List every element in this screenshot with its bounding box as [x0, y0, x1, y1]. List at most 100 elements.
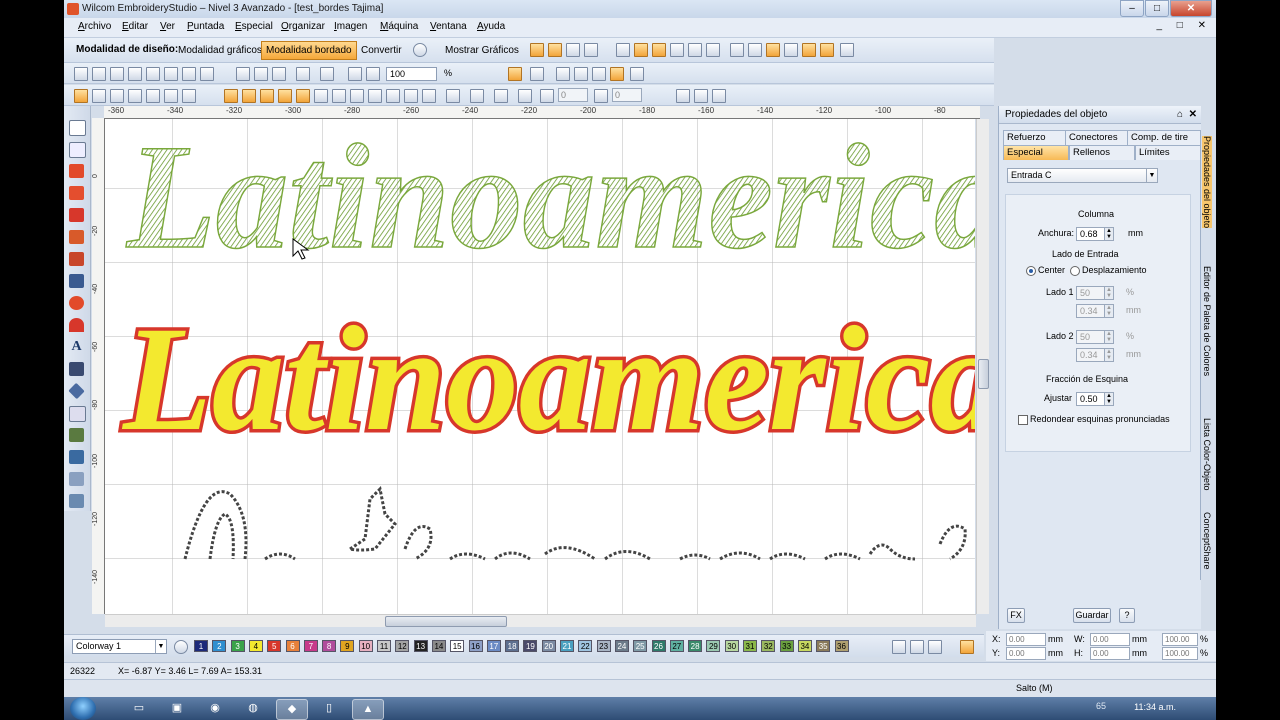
reshape-icon[interactable] [508, 67, 522, 81]
menu-ver[interactable]: Ver [160, 21, 175, 32]
column-icon[interactable] [224, 89, 238, 103]
checkbox-tool-icon[interactable] [556, 67, 570, 81]
raised-icon[interactable] [260, 89, 274, 103]
offset-radio[interactable] [1070, 266, 1080, 276]
color-swatch-34[interactable]: 34 [797, 640, 812, 652]
add-color-icon[interactable] [892, 640, 906, 654]
machine-icon[interactable] [784, 43, 798, 57]
color-swatch-8[interactable]: 8 [322, 640, 337, 652]
side2-percent-field[interactable]: 50 ▲ ▼ [1076, 330, 1114, 344]
w-field[interactable]: 0.00 [1090, 633, 1130, 646]
spinner-icon[interactable]: ▲ ▼ [1104, 305, 1113, 317]
scrollbar-thumb[interactable] [385, 616, 507, 627]
reshape-node-icon[interactable] [69, 142, 86, 158]
flip-icon[interactable] [694, 89, 708, 103]
convert-button[interactable]: Convertir [356, 41, 407, 60]
remove-color-icon[interactable] [910, 640, 924, 654]
fx-button[interactable]: FX [1007, 608, 1025, 623]
thread-chart-icon[interactable] [928, 640, 942, 654]
chrome-taskbar-icon[interactable]: ◍ [238, 699, 268, 718]
color-swatch-26[interactable]: 26 [651, 640, 666, 652]
start-button[interactable] [70, 697, 96, 720]
side-tab-conceptshare[interactable]: ConceptShare [1202, 512, 1212, 570]
pencil-icon[interactable] [69, 164, 84, 178]
color-swatch-3[interactable]: 3 [230, 640, 245, 652]
color-swatch-11[interactable]: 11 [377, 640, 391, 652]
cut-icon[interactable] [236, 67, 250, 81]
menu-ayuda[interactable]: Ayuda [477, 21, 505, 32]
menu-especial[interactable]: Especial [235, 21, 273, 32]
picture-icon[interactable] [670, 43, 684, 57]
tab-limites[interactable]: Límites [1135, 145, 1201, 160]
frame-tool-icon[interactable] [69, 406, 86, 422]
fill-tool-icon[interactable] [548, 43, 562, 57]
maximize-button[interactable]: □ [1145, 0, 1169, 17]
angle-input-1[interactable]: 0 [558, 88, 588, 102]
system-tray[interactable]: 65 [1096, 701, 1106, 711]
side-tab-color-palette-editor[interactable]: Editor de Paleta de Colores [1202, 266, 1212, 376]
adjust-field[interactable]: 0.50 ▲ ▼ [1076, 392, 1114, 406]
zoom-icon[interactable] [348, 67, 362, 81]
menu-archivo[interactable]: Archivo [78, 21, 111, 32]
canvas-vertical-scrollbar[interactable] [976, 119, 989, 614]
green-lettering-object[interactable]: Latinoamerica [124, 119, 975, 281]
palette-menu-icon[interactable] [960, 640, 974, 654]
mirror-icon[interactable] [676, 89, 690, 103]
color-swatch-5[interactable]: 5 [267, 640, 282, 652]
color-swatch-9[interactable]: 9 [340, 640, 355, 652]
circle-tool-icon[interactable] [69, 296, 84, 310]
app-taskbar-icon[interactable]: ◆ [276, 699, 308, 720]
color-swatch-27[interactable]: 27 [669, 640, 684, 652]
warning-icon[interactable] [296, 89, 310, 103]
spinner-icon[interactable]: ▲ ▼ [1104, 331, 1113, 343]
ruler-icon[interactable] [630, 67, 644, 81]
new-file-icon[interactable] [74, 67, 88, 81]
path-tool-icon[interactable] [69, 274, 84, 288]
redo-icon[interactable] [320, 67, 334, 81]
zigzag-icon[interactable] [110, 89, 124, 103]
select-arrow-icon[interactable] [69, 120, 86, 136]
angle-input-2[interactable]: 0 [612, 88, 642, 102]
tab-especial[interactable]: Especial [1003, 145, 1069, 160]
side2-mm-field[interactable]: 0.34 ▲ ▼ [1076, 348, 1114, 362]
color-swatch-30[interactable]: 30 [724, 640, 739, 652]
color-swatch-6[interactable]: 6 [285, 640, 300, 652]
wave-icon[interactable] [242, 89, 256, 103]
tab-refuerzo[interactable]: Refuerzo [1003, 130, 1067, 145]
pin-icon[interactable]: ⌂ [1177, 109, 1183, 120]
save-as-icon[interactable] [128, 67, 142, 81]
monogram-icon[interactable] [69, 362, 84, 376]
outline-tool-icon[interactable] [584, 43, 598, 57]
menu-ventana[interactable]: Ventana [430, 21, 467, 32]
cross-icon[interactable] [368, 89, 382, 103]
stipple-tool-icon[interactable] [69, 494, 84, 508]
color-swatch-25[interactable]: 25 [633, 640, 648, 652]
lock-icon[interactable] [610, 67, 624, 81]
save-icon[interactable] [110, 67, 124, 81]
browser-taskbar-icon[interactable]: ◉ [200, 699, 230, 718]
w-percent-field[interactable]: 100.00 [1162, 633, 1198, 646]
distribute-icon[interactable] [712, 89, 726, 103]
color-swatch-18[interactable]: 18 [505, 640, 520, 652]
close-button[interactable]: ✕ [1170, 0, 1212, 17]
document-window-controls[interactable]: _ □ ✕ [1156, 20, 1212, 31]
column-tool-icon[interactable] [69, 230, 84, 244]
spinner-icon[interactable]: ▲ ▼ [1104, 349, 1113, 361]
color-swatch-23[interactable]: 23 [596, 640, 611, 652]
run-icon[interactable] [840, 43, 854, 57]
zoom-box-icon[interactable] [366, 67, 380, 81]
film-icon[interactable] [820, 43, 834, 57]
motif-icon[interactable] [146, 89, 160, 103]
y-field[interactable]: 0.00 [1006, 647, 1046, 660]
side1-mm-field[interactable]: 0.34 ▲ ▼ [1076, 304, 1114, 318]
zoom-input[interactable]: 100 [386, 67, 437, 81]
menu-organizar[interactable]: Organizar [281, 21, 325, 32]
select-icon[interactable] [574, 67, 588, 81]
trim-icon[interactable] [314, 89, 328, 103]
spinner-icon[interactable]: ▲ ▼ [1104, 228, 1113, 240]
stitch-icon[interactable] [706, 43, 720, 57]
yellow-red-lettering-object[interactable]: Latinoamerica [118, 293, 975, 466]
color-swatch-7[interactable]: 7 [303, 640, 318, 652]
sequence-icon[interactable] [802, 43, 816, 57]
table-icon[interactable] [652, 43, 666, 57]
